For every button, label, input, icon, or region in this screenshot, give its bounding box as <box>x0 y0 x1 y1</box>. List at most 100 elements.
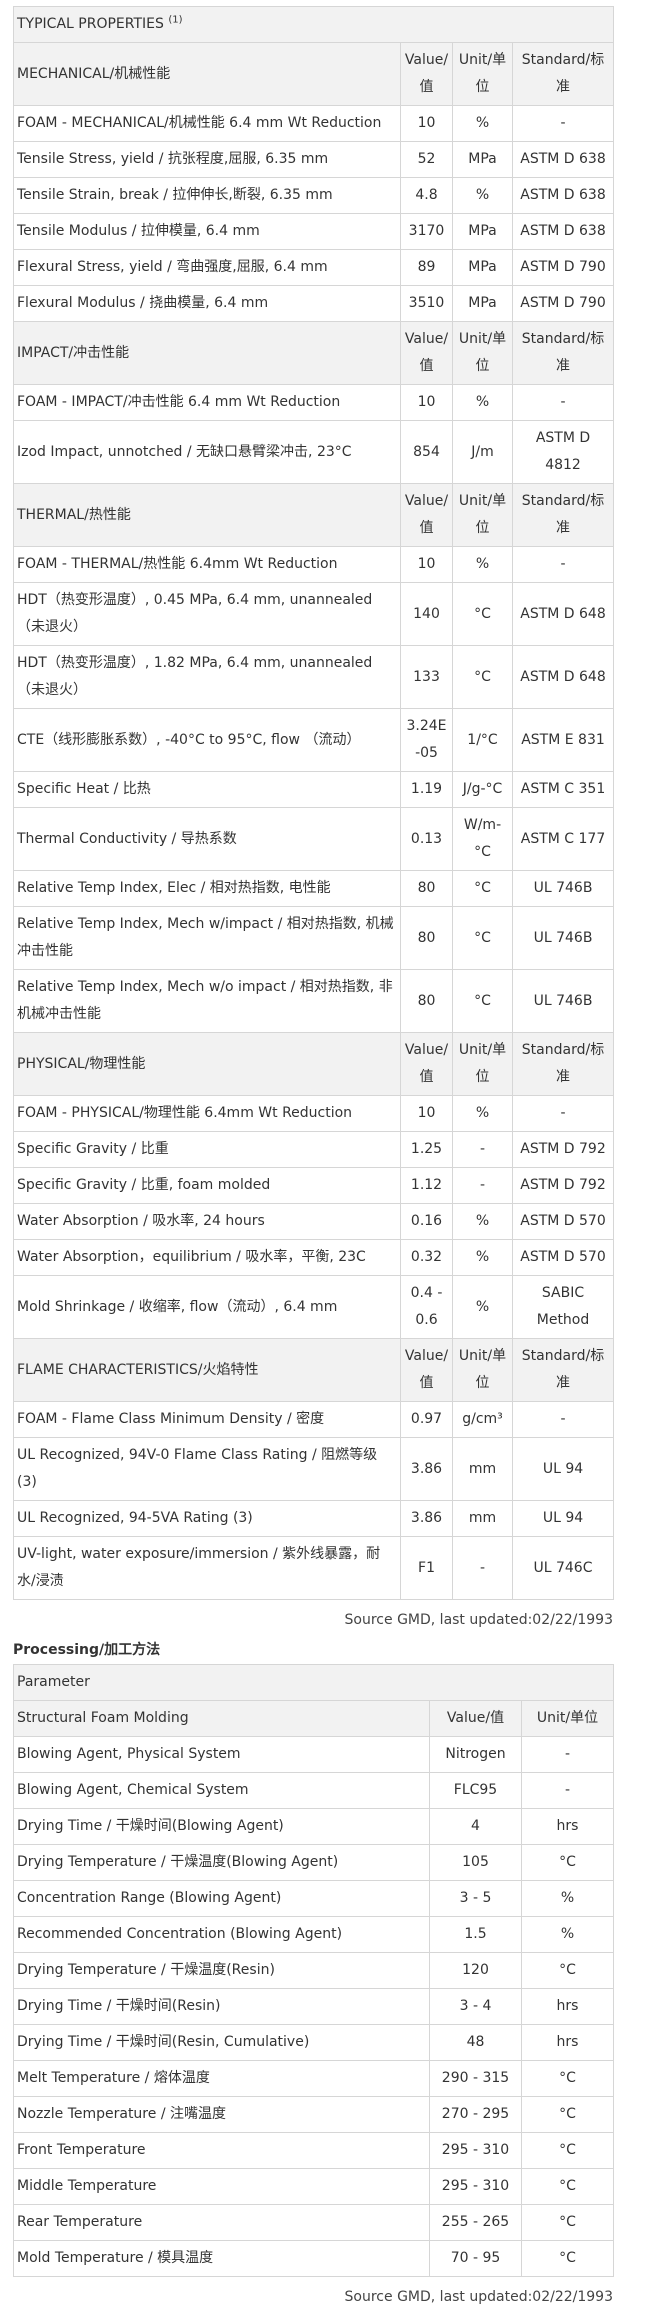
table-row: Middle Temperature 295 - 310 °C <box>13 2168 615 2205</box>
property-unit: mm <box>452 1500 513 1537</box>
property-standard: ASTM D 648 <box>511 582 615 646</box>
property-name: Relative Temp Index, Elec / 相对热指数, 电性能 <box>13 870 401 907</box>
property-standard: ASTM D 792 <box>511 1131 615 1168</box>
footnote-ref: (1) <box>168 14 183 26</box>
parameter-name: Drying Temperature / 干燥温度(Resin) <box>13 1952 430 1989</box>
table-row: Water Absorption，equilibrium / 吸水率，平衡, 2… <box>13 1239 615 1276</box>
property-value: 4.8 <box>400 177 453 214</box>
table-row: FOAM - PHYSICAL/物理性能 6.4mm Wt Reduction 1… <box>13 1095 615 1132</box>
property-standard: ASTM D 4812 <box>511 420 615 484</box>
parameter-unit: hrs <box>520 1808 615 1845</box>
property-standard: - <box>511 105 615 142</box>
property-unit: - <box>452 1167 513 1204</box>
property-standard: ASTM C 177 <box>511 807 615 871</box>
property-standard: ASTM D 792 <box>511 1167 615 1204</box>
property-unit: % <box>452 105 513 142</box>
parameter-name: Blowing Agent, Physical System <box>13 1736 430 1773</box>
property-standard: ASTM D 790 <box>511 285 615 322</box>
property-name: CTE（线形膨胀系数）, -40°C to 95°C, flow （流动） <box>13 708 401 772</box>
property-name: HDT（热变形温度）, 0.45 MPa, 6.4 mm, unannealed… <box>13 582 401 646</box>
section-header: THERMAL/热性能 Value/值 Unit/单位 Standard/标准 <box>13 483 615 547</box>
property-value: 52 <box>400 141 453 178</box>
parameter-name: Blowing Agent, Chemical System <box>13 1772 430 1809</box>
property-name: Flexural Stress, yield / 弯曲强度,屈服, 6.4 mm <box>13 249 401 286</box>
property-standard: - <box>511 1095 615 1132</box>
property-standard: ASTM D 638 <box>511 213 615 250</box>
table-row: Relative Temp Index, Mech w/o impact / 相… <box>13 969 615 1033</box>
section-header: IMPACT/冲击性能 Value/值 Unit/单位 Standard/标准 <box>13 321 615 385</box>
property-standard: UL 94 <box>511 1500 615 1537</box>
property-value: 80 <box>400 969 453 1033</box>
property-value: 1.19 <box>400 771 453 808</box>
table-row: Front Temperature 295 - 310 °C <box>13 2132 615 2169</box>
property-standard: UL 746B <box>511 969 615 1033</box>
parameter-label: Parameter <box>12 1664 615 1701</box>
property-name: FOAM - THERMAL/热性能 6.4mm Wt Reduction <box>13 546 401 583</box>
property-value: 80 <box>400 906 453 970</box>
parameter-name: Concentration Range (Blowing Agent) <box>13 1880 430 1917</box>
table-row: Tensile Stress, yield / 抗张程度,屈服, 6.35 mm… <box>13 141 615 178</box>
property-unit: °C <box>452 645 513 709</box>
property-name: Flexural Modulus / 挠曲模量, 6.4 mm <box>13 285 401 322</box>
table-row: Tensile Modulus / 拉伸模量, 6.4 mm 3170 MPa AST… <box>13 213 615 250</box>
property-value: 0.13 <box>400 807 453 871</box>
standard-column-header: Standard/标准 <box>511 42 615 106</box>
property-unit: J/m <box>452 420 513 484</box>
parameter-unit: % <box>520 1916 615 1953</box>
parameter-unit: °C <box>520 2132 615 2169</box>
property-name: Water Absorption，equilibrium / 吸水率，平衡, 2… <box>13 1239 401 1276</box>
property-unit: MPa <box>452 285 513 322</box>
table-row: HDT（热变形温度）, 1.82 MPa, 6.4 mm, unannealed… <box>13 645 615 709</box>
parameter-value: 270 - 295 <box>429 2096 522 2133</box>
parameter-name: Drying Time / 干燥时间(Resin, Cumulative) <box>13 2024 430 2061</box>
property-name: Water Absorption / 吸水率, 24 hours <box>13 1203 401 1240</box>
unit-column-header: Unit/单位 <box>452 321 513 385</box>
section-name: FLAME CHARACTERISTICS/火焰特性 <box>13 1338 401 1402</box>
property-standard: ASTM D 638 <box>511 141 615 178</box>
property-value: 10 <box>400 105 453 142</box>
property-value: 89 <box>400 249 453 286</box>
parameter-name: Nozzle Temperature / 注嘴温度 <box>13 2096 430 2133</box>
property-value: 1.25 <box>400 1131 453 1168</box>
table-row: Izod Impact, unnotched / 无缺口悬臂梁冲击, 23°C 8… <box>13 420 615 484</box>
value-column-header: Value/值 <box>400 321 453 385</box>
processing-table: Parameter Structural Foam Molding Value/… <box>12 1664 615 2277</box>
table-row: UV-light, water exposure/immersion / 紫外线… <box>13 1536 615 1600</box>
parameter-value: 295 - 310 <box>429 2168 522 2205</box>
table-row: Drying Time / 干燥时间(Blowing Agent) 4 hrs <box>13 1808 615 1845</box>
property-standard: SABIC Method <box>511 1275 615 1339</box>
property-unit: % <box>452 546 513 583</box>
unit-column-header: Unit/单位 <box>452 42 513 106</box>
processing-column-header: Structural Foam Molding Value/值 Unit/单位 <box>13 1700 615 1737</box>
property-name: Tensile Strain, break / 拉伸伸长,断裂, 6.35 mm <box>13 177 401 214</box>
section-name: MECHANICAL/机械性能 <box>13 42 401 106</box>
section-header: FLAME CHARACTERISTICS/火焰特性 Value/值 Unit/单位… <box>13 1338 615 1402</box>
parameter-name: Middle Temperature <box>13 2168 430 2205</box>
parameter-name: Front Temperature <box>13 2132 430 2169</box>
property-unit: % <box>452 384 513 421</box>
parameter-value: 120 <box>429 1952 522 1989</box>
table-row: Flexural Modulus / 挠曲模量, 6.4 mm 3510 MPa AS… <box>13 285 615 322</box>
property-value: 1.12 <box>400 1167 453 1204</box>
parameter-unit: °C <box>520 2240 615 2277</box>
property-unit: g/cm³ <box>452 1401 513 1438</box>
section-header: MECHANICAL/机械性能 Value/值 Unit/单位 Standard/标准 <box>13 42 615 106</box>
table-row: FOAM - THERMAL/热性能 6.4mm Wt Reduction 10%… <box>13 546 615 583</box>
parameter-value: 295 - 310 <box>429 2132 522 2169</box>
property-value: 3510 <box>400 285 453 322</box>
property-name: FOAM - Flame Class Minimum Density / 密度 <box>13 1401 401 1438</box>
property-unit: °C <box>452 906 513 970</box>
unit-column-header: Unit/单位 <box>520 1700 615 1737</box>
value-column-header: Value/值 <box>400 1338 453 1402</box>
property-unit: % <box>452 1239 513 1276</box>
property-value: 140 <box>400 582 453 646</box>
table-row: Water Absorption / 吸水率, 24 hours 0.16% AST… <box>13 1203 615 1240</box>
parameter-value: 3 - 5 <box>429 1880 522 1917</box>
table-row: Nozzle Temperature / 注嘴温度 270 - 295 °C <box>13 2096 615 2133</box>
property-value: 10 <box>400 1095 453 1132</box>
property-unit: % <box>452 1275 513 1339</box>
table-row: Thermal Conductivity / 导热系数 0.13 W/m-°C AST… <box>13 807 615 871</box>
table-row: Drying Time / 干燥时间(Resin, Cumulative) 48 h… <box>13 2024 615 2061</box>
property-standard: ASTM E 831 <box>511 708 615 772</box>
property-value: 133 <box>400 645 453 709</box>
